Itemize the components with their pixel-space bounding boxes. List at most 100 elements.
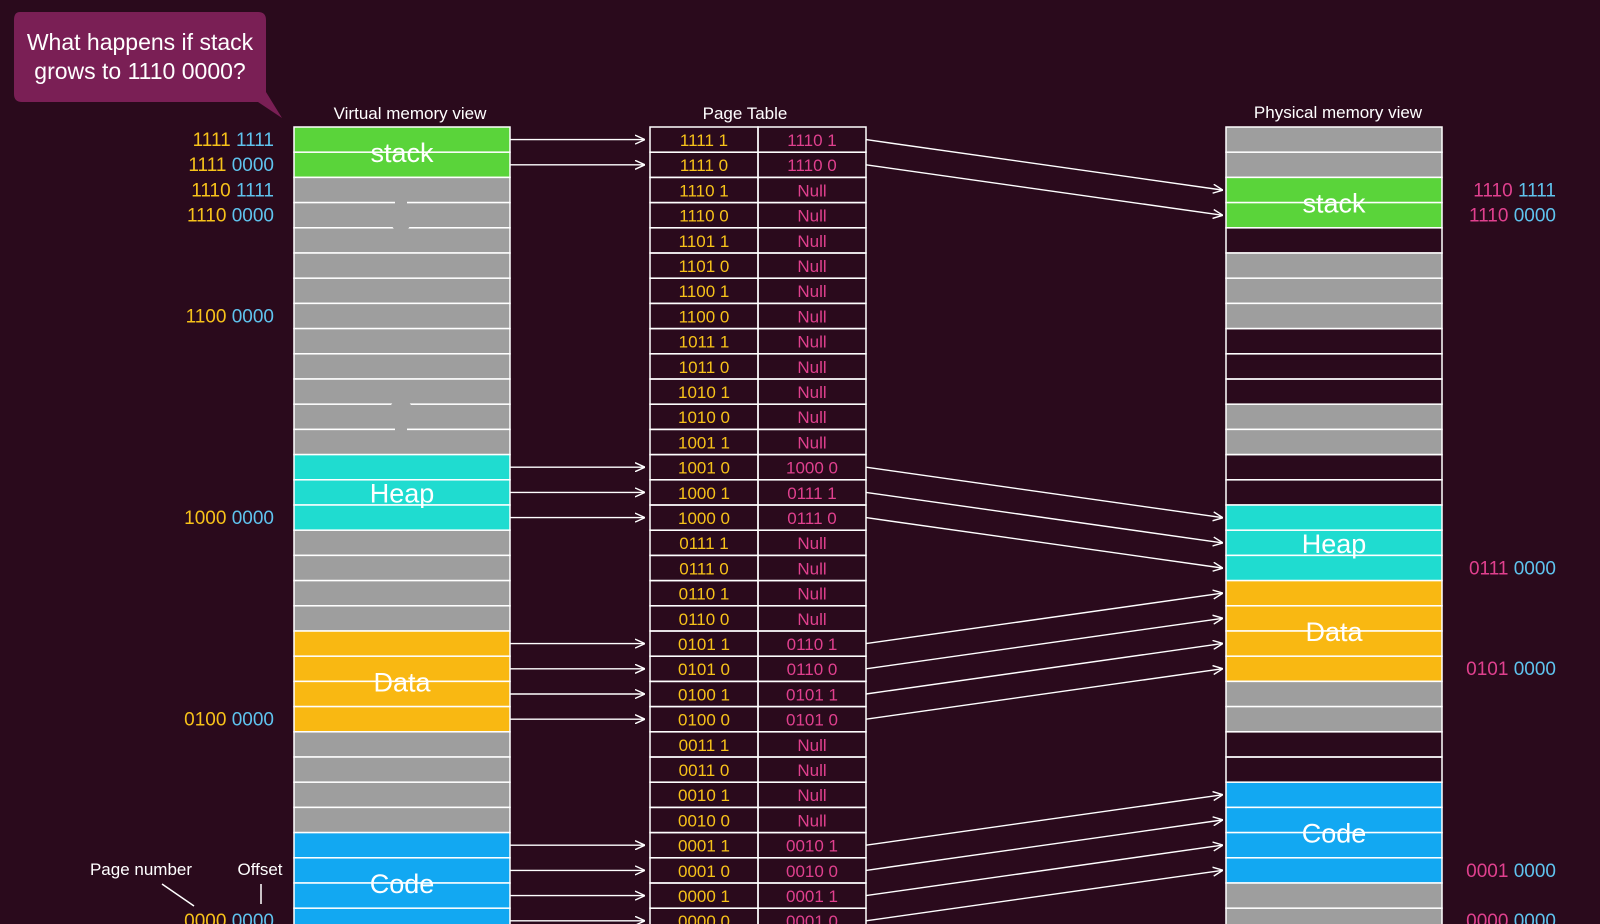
physical-frame-slot <box>1225 453 1443 481</box>
virtual-stack-label: stack <box>370 138 434 168</box>
physical-frame-slot <box>1225 277 1443 305</box>
table-to-physical-arrow <box>865 618 1222 670</box>
page-table-vpn: 0111 1 <box>679 534 728 553</box>
page-table-pfn: Null <box>797 585 826 604</box>
physical-frame-slot <box>1225 579 1443 607</box>
page-table-vpn: 1111 0 <box>680 156 728 175</box>
physical-memory-column: stack Heap Data Code <box>1225 126 1443 924</box>
page-table-vpn: 0100 1 <box>678 685 730 704</box>
virtual-page-slot <box>293 453 511 481</box>
virtual-page-slot <box>293 302 511 330</box>
virtual-address-label: 1110 0000 <box>187 206 274 227</box>
table-to-physical-arrow <box>865 466 1222 517</box>
virtual-page-slot <box>293 252 511 279</box>
page-table-vpn: 1110 0 <box>679 207 728 226</box>
physical-memory-header: Physical memory view <box>1254 103 1423 122</box>
page-table-vpn: 0101 1 <box>678 635 730 654</box>
page-table-pfn: Null <box>797 207 826 226</box>
page-table-pfn: Null <box>797 433 826 452</box>
page-table-vpn: 0011 0 <box>679 761 730 780</box>
table-to-physical-arrow <box>865 593 1222 645</box>
page-table-pfn: 0001 1 <box>786 887 838 906</box>
physical-frame-slot <box>1225 882 1443 909</box>
physical-frame-slot <box>1225 504 1443 531</box>
page-table-vpn: 1010 1 <box>678 383 730 402</box>
physical-frame-slot <box>1225 403 1443 431</box>
page-table-vpn: 1101 1 <box>679 232 730 251</box>
page-table-pfn: Null <box>797 307 826 326</box>
physical-addresses: 1110 1111 1110 0000 0111 0000 0101 0000 0001… <box>1466 180 1556 924</box>
page-table-pfn: Null <box>797 358 826 377</box>
table-to-physical-arrow <box>865 870 1222 922</box>
page-table-vpn: 0010 1 <box>678 786 730 805</box>
page-table-vpn: 1000 0 <box>678 509 730 528</box>
page-table-vpn: 1011 1 <box>679 333 730 352</box>
virtual-page-slot <box>293 806 511 834</box>
virtual-address-label: 1100 0000 <box>186 306 274 327</box>
virtual-page-slot <box>293 630 511 657</box>
physical-address-label: 0001 0000 <box>1466 861 1556 882</box>
virtual-page-slot <box>293 554 511 582</box>
virtual-addresses: 1111 1111 1111 0000 1110 1111 1110 0000 1100… <box>184 130 274 924</box>
page-table-vpn: 0011 1 <box>679 736 730 755</box>
page-table-pfn: Null <box>797 282 826 301</box>
table-to-physical-arrow <box>865 644 1222 695</box>
table-to-physical-arrow <box>865 491 1222 542</box>
virtual-page-slot <box>293 781 511 809</box>
page-table-pfn: Null <box>797 257 826 276</box>
page-table-vpn: 1000 1 <box>678 484 730 503</box>
page-table-pfn: Null <box>797 761 826 780</box>
page-table-pfn: Null <box>797 333 826 352</box>
virtual-code-label: Code <box>370 869 435 899</box>
page-table-pfn: Null <box>797 786 826 805</box>
page-table-vpn: 1001 1 <box>678 433 730 452</box>
virtual-page-slot <box>293 831 511 859</box>
page-table-vpn: 1010 0 <box>678 408 730 427</box>
page-table-pfn: 1110 0 <box>787 156 836 175</box>
virtual-page-slot <box>293 731 511 758</box>
page-table-pfn: 0110 0 <box>787 660 838 679</box>
page-table-pfn: Null <box>797 559 826 578</box>
page-table-vpn: 0001 1 <box>678 837 730 856</box>
table-to-physical-arrow <box>865 138 1222 190</box>
physical-stack-label: stack <box>1302 189 1366 219</box>
page-table-pfn: Null <box>797 408 826 427</box>
paging-diagram: Virtual memory view Page Table Physical … <box>14 12 1556 924</box>
page-number-label: Page number <box>90 860 192 879</box>
page-table-vpn: 1111 1 <box>680 131 728 150</box>
physical-frame-slot <box>1225 731 1443 758</box>
page-table-pfn: 0111 1 <box>787 484 836 503</box>
virtual-page-slot <box>293 579 511 607</box>
page-table-pfn: 1110 1 <box>787 131 836 150</box>
virtual-address-label: 0000 0000 <box>184 911 274 924</box>
page-table-header: Page Table <box>703 104 788 123</box>
page-table-pfn: 0010 1 <box>786 837 838 856</box>
page-table-pfn: Null <box>797 383 826 402</box>
page-number-pointer <box>161 883 195 907</box>
virtual-data-label: Data <box>373 667 431 697</box>
page-table-vpn: 0000 0 <box>678 912 730 924</box>
physical-frame-slot <box>1225 327 1443 355</box>
virtual-page-slot <box>293 353 511 380</box>
page-table-vpn: 1110 1 <box>679 181 728 200</box>
page-table-vpn: 0110 0 <box>679 610 730 629</box>
virtual-memory-column: stack Heap Data Code <box>293 126 511 924</box>
page-table-pfn: 1000 0 <box>786 459 838 478</box>
physical-address-label: 0101 0000 <box>1466 659 1556 680</box>
physical-address-label: 0111 0000 <box>1469 558 1556 579</box>
physical-frame-slot <box>1225 781 1443 809</box>
page-table: 1111 1 1110 1 1111 0 1110 0 1110 1 Null 1110 0… <box>649 126 867 924</box>
virtual-page-slot <box>293 277 511 305</box>
physical-frame-slot <box>1225 428 1443 456</box>
page-table-vpn: 1100 0 <box>679 307 730 326</box>
virtual-address-label: 0100 0000 <box>184 710 274 731</box>
page-table-vpn: 1001 0 <box>678 459 730 478</box>
physical-frame-slot <box>1225 857 1443 884</box>
page-table-vpn: 0010 0 <box>678 811 730 830</box>
physical-frame-slot <box>1225 705 1443 733</box>
physical-frame-slot <box>1225 554 1443 582</box>
table-to-physical-arrow <box>865 845 1222 897</box>
physical-frame-slot <box>1225 756 1443 783</box>
page-table-vpn: 1011 0 <box>679 358 730 377</box>
page-table-pfn: Null <box>797 181 826 200</box>
